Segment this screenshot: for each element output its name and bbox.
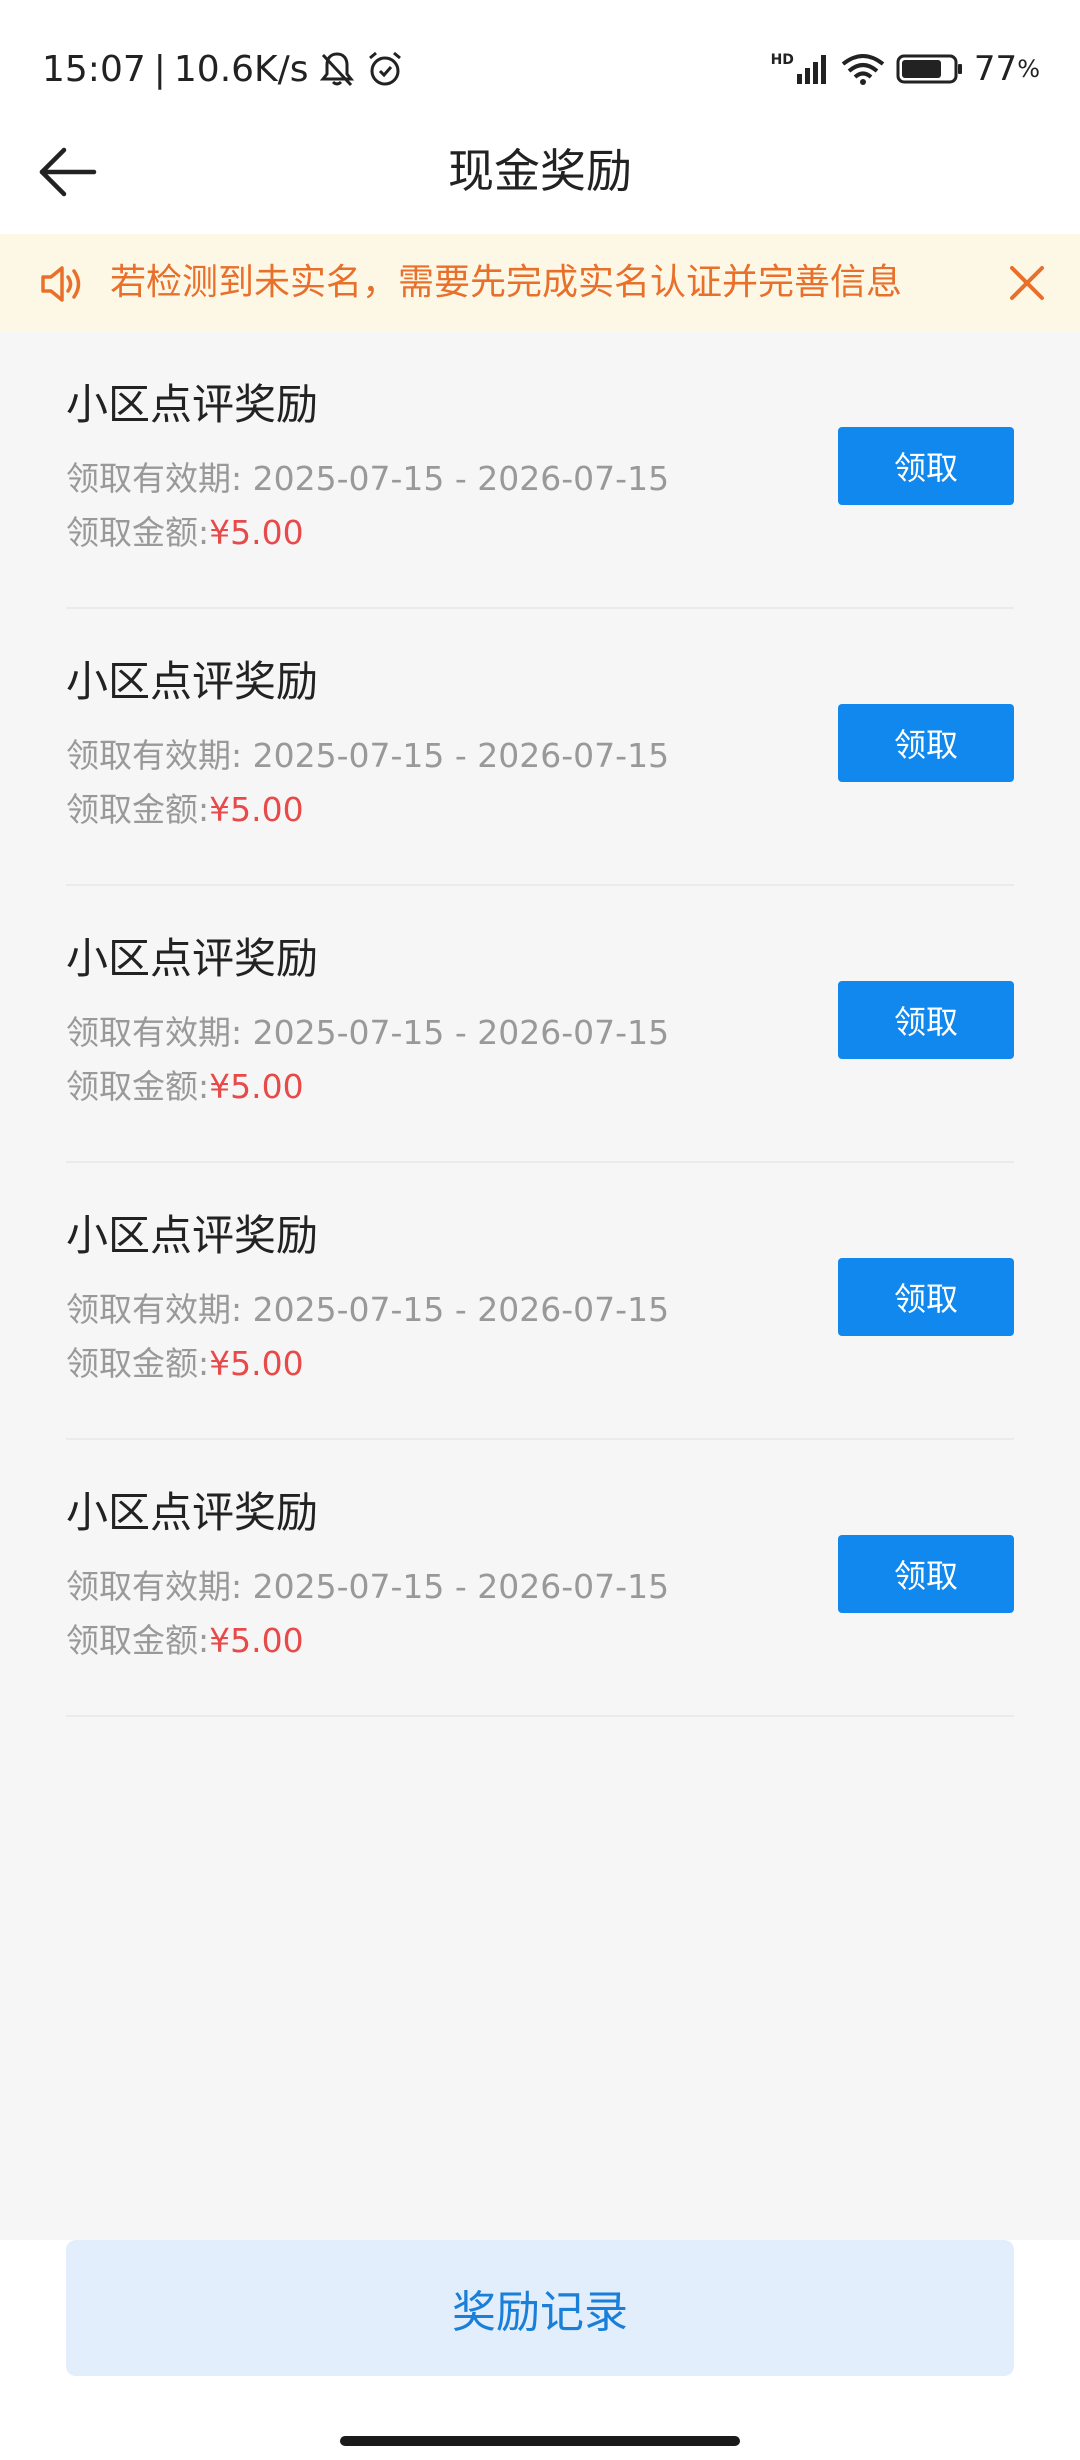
- amount-value: ¥5.00: [209, 1067, 304, 1106]
- reward-period: 领取有效期: 2025-07-15 - 2026-07-15: [66, 456, 669, 502]
- bottom-bar: 奖励记录: [0, 2240, 1080, 2460]
- reward-item: 小区点评奖励 领取有效期: 2025-07-15 - 2026-07-15 领取…: [66, 886, 1014, 1163]
- period-value: 2025-07-15 - 2026-07-15: [252, 1290, 670, 1329]
- period-value: 2025-07-15 - 2026-07-15: [252, 736, 670, 775]
- period-label: 领取有效期:: [66, 459, 243, 498]
- home-indicator[interactable]: [340, 2436, 740, 2446]
- period-value: 2025-07-15 - 2026-07-15: [252, 1013, 670, 1052]
- status-time: 15:07: [42, 48, 146, 90]
- reward-period: 领取有效期: 2025-07-15 - 2026-07-15: [66, 1287, 669, 1333]
- network-speed: 10.6K/s: [173, 48, 309, 90]
- amount-value: ¥5.00: [209, 1621, 304, 1660]
- amount-value: ¥5.00: [209, 513, 304, 552]
- reward-item: 小区点评奖励 领取有效期: 2025-07-15 - 2026-07-15 领取…: [66, 609, 1014, 886]
- amount-label: 领取金额:: [66, 1067, 210, 1106]
- amount-value: ¥5.00: [209, 790, 304, 829]
- reward-title: 小区点评奖励: [66, 380, 319, 429]
- reward-title: 小区点评奖励: [66, 934, 319, 983]
- reward-title: 小区点评奖励: [66, 657, 319, 706]
- battery-percent-unit: %: [1017, 55, 1040, 83]
- period-value: 2025-07-15 - 2026-07-15: [252, 459, 670, 498]
- wifi-icon: [840, 52, 886, 86]
- app-header: 现金奖励: [0, 110, 1080, 234]
- claim-button[interactable]: 领取: [838, 1535, 1014, 1613]
- battery-icon: [896, 53, 964, 85]
- bell-off-icon: [317, 49, 357, 89]
- reward-amount: 领取金额:¥5.00: [66, 787, 304, 833]
- reward-amount: 领取金额:¥5.00: [66, 1618, 304, 1664]
- reward-period: 领取有效期: 2025-07-15 - 2026-07-15: [66, 733, 669, 779]
- reward-amount: 领取金额:¥5.00: [66, 1341, 304, 1387]
- status-left: 15:07 | 10.6K/s: [42, 44, 405, 94]
- amount-value: ¥5.00: [209, 1344, 304, 1383]
- reward-period: 领取有效期: 2025-07-15 - 2026-07-15: [66, 1010, 669, 1056]
- amount-label: 领取金额:: [66, 790, 210, 829]
- reward-amount: 领取金额:¥5.00: [66, 510, 304, 556]
- reward-list: 小区点评奖励 领取有效期: 2025-07-15 - 2026-07-15 领取…: [0, 332, 1080, 1717]
- hd-label: HD: [770, 52, 794, 68]
- period-value: 2025-07-15 - 2026-07-15: [252, 1567, 670, 1606]
- reward-item: 小区点评奖励 领取有效期: 2025-07-15 - 2026-07-15 领取…: [66, 1440, 1014, 1717]
- reward-title: 小区点评奖励: [66, 1488, 319, 1537]
- period-label: 领取有效期:: [66, 1290, 243, 1329]
- status-separator: |: [153, 48, 166, 90]
- alarm-icon: [365, 49, 405, 89]
- battery-percent: 77%: [974, 49, 1040, 89]
- notice-close-button[interactable]: [1000, 256, 1054, 310]
- amount-label: 领取金额:: [66, 513, 210, 552]
- close-icon: [1010, 266, 1044, 300]
- speaker-icon: [38, 260, 86, 308]
- page-title: 现金奖励: [448, 144, 632, 198]
- reward-item: 小区点评奖励 领取有效期: 2025-07-15 - 2026-07-15 领取…: [66, 1163, 1014, 1440]
- period-label: 领取有效期:: [66, 1567, 243, 1606]
- reward-records-button[interactable]: 奖励记录: [66, 2240, 1014, 2376]
- period-label: 领取有效期:: [66, 1013, 243, 1052]
- reward-item: 小区点评奖励 领取有效期: 2025-07-15 - 2026-07-15 领取…: [66, 332, 1014, 609]
- battery-percent-value: 77: [973, 49, 1018, 89]
- claim-button[interactable]: 领取: [838, 1258, 1014, 1336]
- reward-amount: 领取金额:¥5.00: [66, 1064, 304, 1110]
- period-label: 领取有效期:: [66, 736, 243, 775]
- notice-bar: 若检测到未实名，需要先完成实名认证并完善信息: [0, 234, 1080, 332]
- cash-reward-page: 15:07 | 10.6K/s HD 77 % 现金奖励 若检测到未实名，需要先…: [0, 0, 1080, 2460]
- reward-title: 小区点评奖励: [66, 1211, 319, 1260]
- signal-icon: HD: [771, 52, 830, 86]
- claim-button[interactable]: 领取: [838, 704, 1014, 782]
- status-right: HD 77 %: [761, 44, 1040, 94]
- notice-text: 若检测到未实名，需要先完成实名认证并完善信息: [110, 262, 903, 303]
- claim-button[interactable]: 领取: [838, 427, 1014, 505]
- reward-period: 领取有效期: 2025-07-15 - 2026-07-15: [66, 1564, 669, 1610]
- amount-label: 领取金额:: [66, 1344, 210, 1383]
- claim-button[interactable]: 领取: [838, 981, 1014, 1059]
- amount-label: 领取金额:: [66, 1621, 210, 1660]
